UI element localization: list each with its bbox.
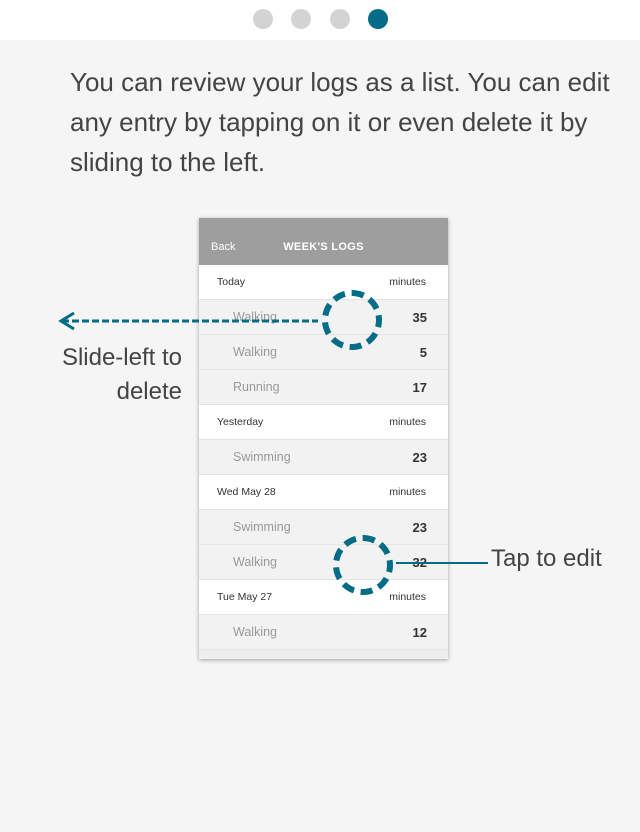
tap-to-edit-callout: Tap to edit bbox=[491, 545, 602, 572]
list-footer bbox=[199, 650, 448, 659]
page-dot-2[interactable] bbox=[291, 9, 311, 29]
slide-left-arrow-icon bbox=[58, 311, 318, 331]
section-header: Yesterday minutes bbox=[199, 405, 448, 440]
header-title: WEEK'S LOGS bbox=[283, 241, 364, 253]
section-day: Tue May 27 bbox=[217, 591, 273, 603]
section-day: Today bbox=[217, 276, 246, 288]
entry-activity: Swimming bbox=[233, 450, 291, 464]
log-entry[interactable]: Walking 5 bbox=[199, 335, 448, 370]
swipe-touch-indicator-icon bbox=[322, 290, 382, 350]
page-dot-1[interactable] bbox=[253, 9, 273, 29]
section-unit: minutes bbox=[389, 591, 426, 603]
phone-mockup: Back WEEK'S LOGS Today minutes Walking 3… bbox=[199, 218, 448, 659]
tap-callout-line bbox=[396, 562, 488, 564]
slide-callout-line1: Slide-left to bbox=[61, 344, 182, 371]
entry-activity: Walking bbox=[233, 555, 277, 569]
entry-minutes: 17 bbox=[412, 380, 427, 395]
section-unit: minutes bbox=[389, 416, 426, 428]
section-header: Today minutes bbox=[199, 265, 448, 300]
slide-left-callout: Slide-left to delete bbox=[40, 341, 182, 409]
entry-activity: Walking bbox=[233, 625, 277, 639]
section-header: Tue May 27 minutes bbox=[199, 580, 448, 615]
section-day: Yesterday bbox=[217, 416, 264, 428]
entry-minutes: 5 bbox=[419, 345, 427, 360]
section-unit: minutes bbox=[389, 486, 426, 498]
section-header: Wed May 28 minutes bbox=[199, 475, 448, 510]
entry-minutes: 23 bbox=[412, 450, 427, 465]
tap-touch-indicator-icon bbox=[333, 535, 393, 595]
phone-header: Back WEEK'S LOGS bbox=[199, 218, 448, 265]
page-dot-3[interactable] bbox=[330, 9, 350, 29]
entry-minutes: 12 bbox=[412, 625, 427, 640]
entry-activity: Swimming bbox=[233, 520, 291, 534]
log-entry[interactable]: Swimming 23 bbox=[199, 510, 448, 545]
slide-callout-line2: delete bbox=[116, 378, 182, 405]
log-entry[interactable]: Walking 12 bbox=[199, 615, 448, 650]
page-indicator-bar bbox=[0, 0, 640, 40]
entry-activity: Walking bbox=[233, 345, 277, 359]
page-dot-4-active[interactable] bbox=[368, 9, 388, 29]
section-unit: minutes bbox=[389, 276, 426, 288]
section-day: Wed May 28 bbox=[217, 486, 276, 498]
entry-activity: Running bbox=[233, 380, 280, 394]
entry-minutes: 35 bbox=[412, 310, 427, 325]
entry-minutes: 23 bbox=[412, 520, 427, 535]
log-entry[interactable]: Swimming 23 bbox=[199, 440, 448, 475]
intro-text: You can review your logs as a list. You … bbox=[70, 67, 610, 177]
log-entry[interactable]: Running 17 bbox=[199, 370, 448, 405]
